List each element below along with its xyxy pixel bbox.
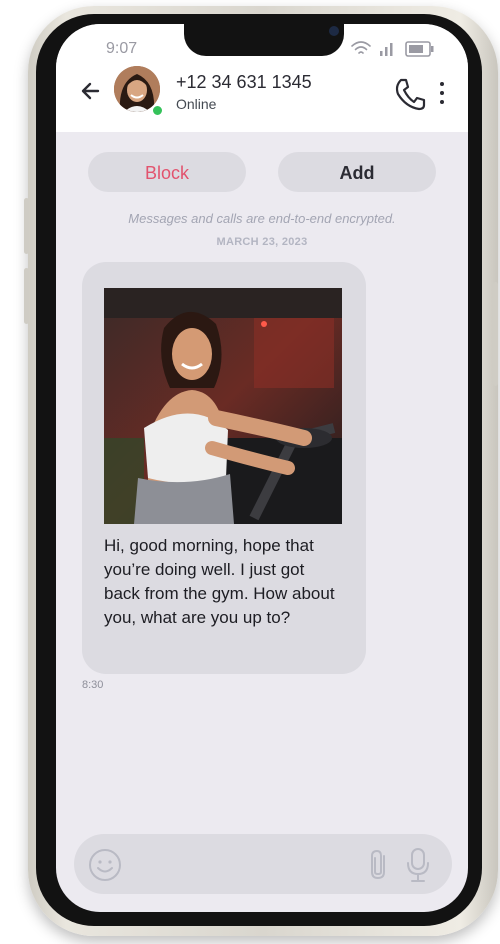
message-timestamp: 8:30: [82, 679, 104, 691]
add-button[interactable]: Add: [278, 152, 436, 192]
status-time: 9:07: [106, 40, 138, 57]
phone-side-button: [24, 198, 29, 254]
microphone-icon[interactable]: [404, 846, 432, 884]
signal-icon: [380, 43, 393, 56]
gym-photo: [104, 288, 342, 524]
encryption-notice: Messages and calls are end-to-end encryp…: [128, 211, 396, 226]
message-photo[interactable]: [104, 288, 342, 524]
date-separator: MARCH 23, 2023: [216, 236, 308, 248]
message-text: Hi, good morning, hope that you’re doing…: [104, 536, 335, 627]
phone-side-button: [493, 282, 498, 386]
phone-side-button: [24, 268, 29, 324]
emoji-icon[interactable]: [88, 848, 122, 882]
battery-icon: [405, 41, 434, 57]
contact-phone-number: +12 34 631 1345: [176, 72, 312, 92]
more-vertical-icon[interactable]: [436, 80, 448, 106]
wifi-icon: [351, 41, 371, 54]
message-bubble[interactable]: Hi, good morning, hope that you’re doing…: [82, 262, 366, 674]
front-camera: [329, 26, 339, 36]
block-button[interactable]: Block: [88, 152, 246, 192]
phone-icon[interactable]: [392, 76, 428, 112]
chat-header: 9:07 +12 34 631 1345 Online: [56, 24, 468, 132]
notch: [184, 24, 344, 56]
arrow-left-icon[interactable]: [78, 78, 104, 104]
message-composer[interactable]: [74, 834, 452, 894]
paperclip-icon[interactable]: [366, 848, 394, 882]
presence-status: Online: [176, 96, 217, 112]
online-indicator: [151, 104, 164, 117]
status-icons: [351, 41, 434, 57]
phone-screen: 9:07 +12 34 631 1345 Online Block Add Me…: [56, 24, 468, 912]
